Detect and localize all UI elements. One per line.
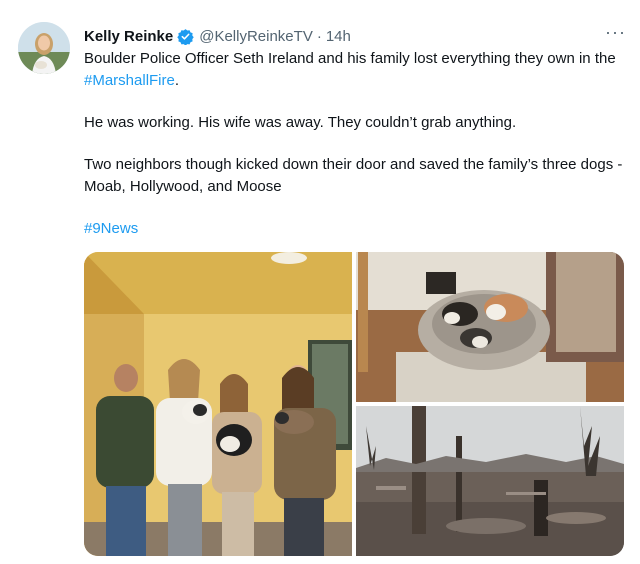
tweet-text: Boulder Police Officer Seth Ireland and … (84, 48, 624, 260)
fire-ruins-photo[interactable] (356, 406, 624, 556)
more-options-icon[interactable]: ··· (605, 22, 626, 43)
verified-badge-icon (177, 28, 194, 45)
tweet-paragraph-1: Boulder Police Officer Seth Ireland and … (84, 48, 624, 92)
paragraph-1-end: . (174, 72, 180, 89)
paragraph-1-text: Boulder Police Officer Seth Ireland and … (84, 50, 616, 67)
hashtag-marshallfire-link[interactable]: #MarshallFire (84, 72, 175, 89)
tweet-header: Kelly Reinke @KellyReinkeTV · 14h (84, 25, 628, 47)
tweet-media-grid (84, 252, 624, 556)
hashtag-9news-link[interactable]: #9News (84, 218, 624, 240)
author-avatar[interactable] (18, 22, 70, 74)
separator-dot: · (316, 27, 322, 45)
author-name[interactable]: Kelly Reinke (84, 28, 173, 45)
tweet-paragraph-3: Two neighbors though kicked down their d… (84, 156, 623, 195)
author-handle[interactable]: @KellyReinkeTV (199, 28, 313, 45)
family-photo[interactable] (84, 252, 352, 556)
timestamp[interactable]: 14h (326, 28, 351, 45)
tweet-paragraph-2: He was working. His wife was away. They … (84, 114, 517, 131)
dogs-photo[interactable] (356, 252, 624, 402)
